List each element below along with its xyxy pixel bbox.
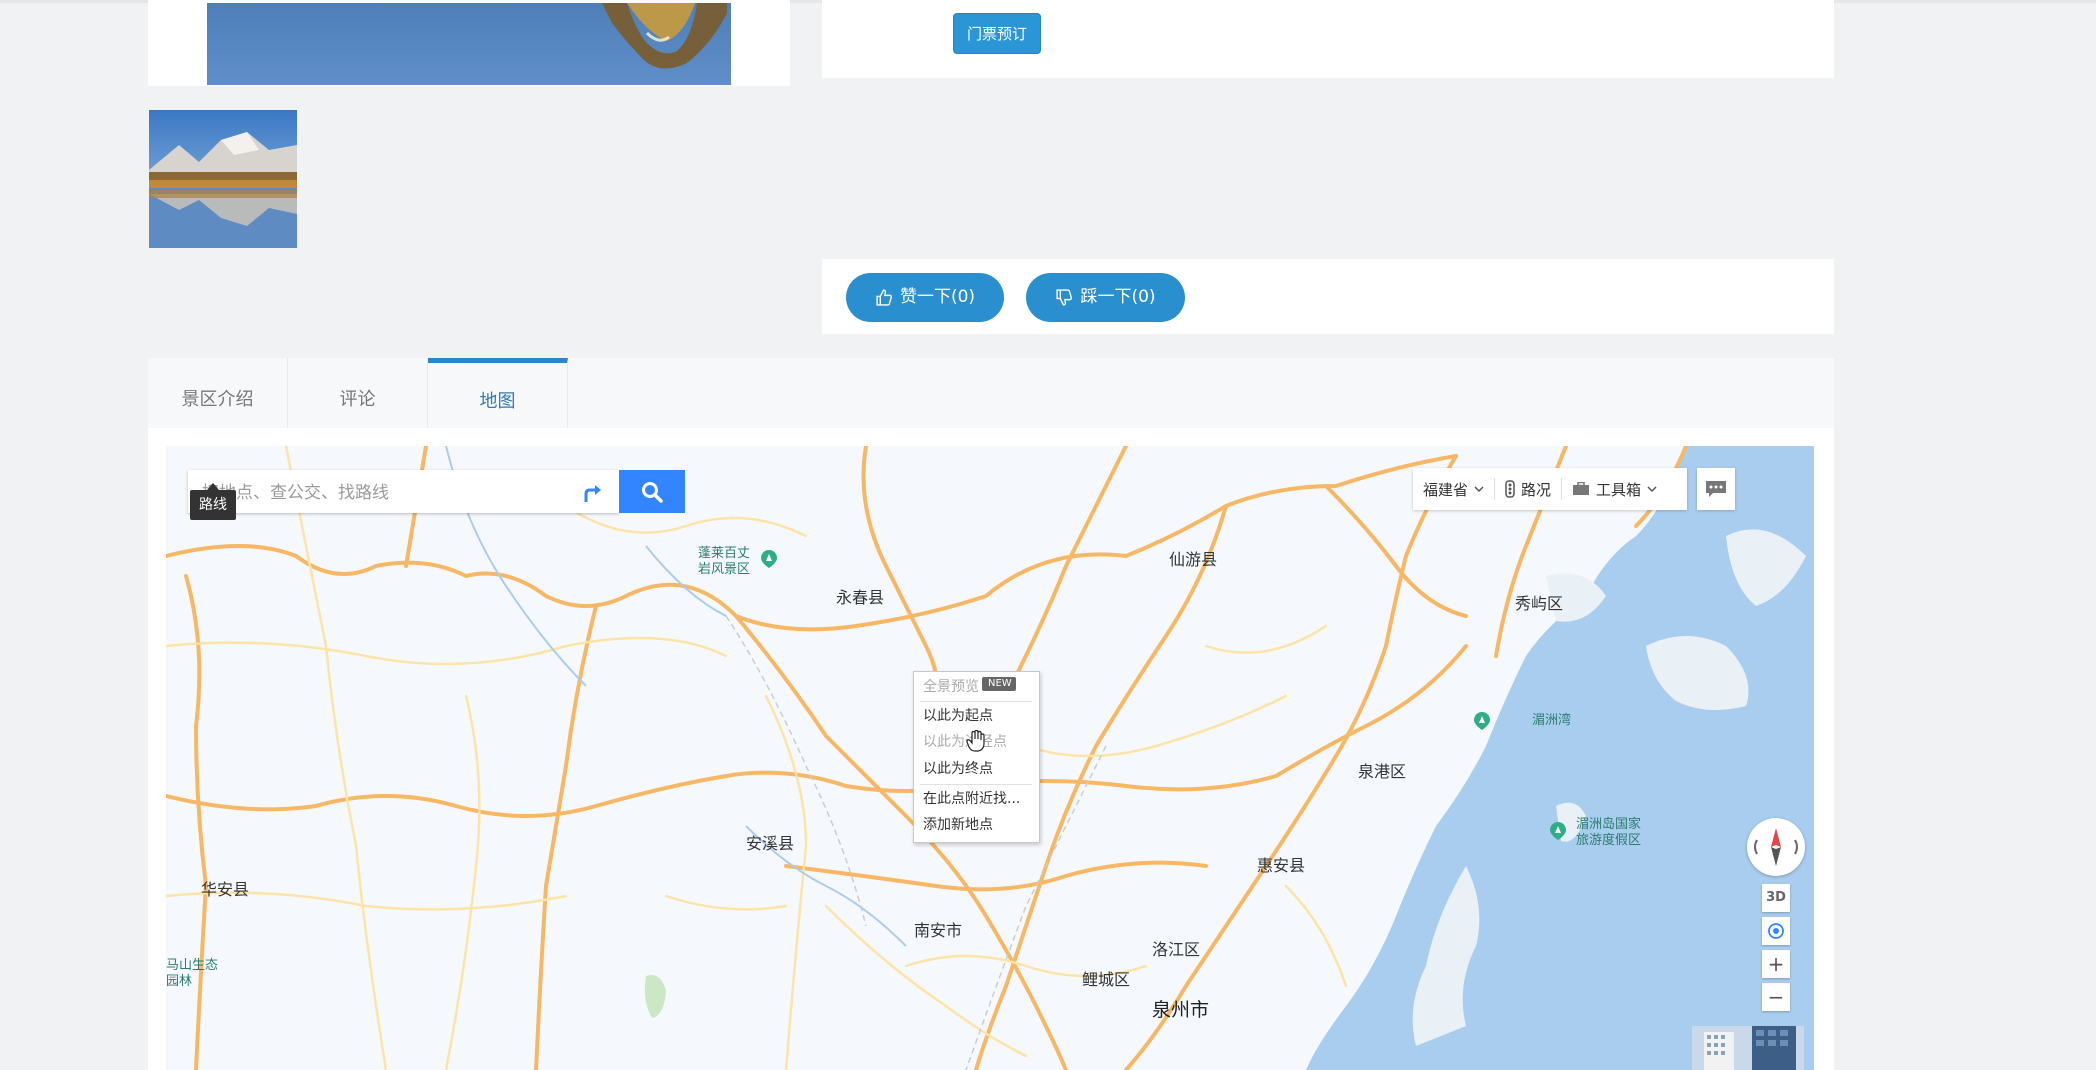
province-label: 福建省 <box>1423 480 1469 499</box>
map-search-input[interactable] <box>200 470 574 515</box>
traffic-toggle[interactable]: 路况 <box>1495 468 1561 510</box>
place-xianyou: 仙游县 <box>1169 550 1218 569</box>
scenic-spot-icon <box>1474 712 1490 730</box>
map-toolbar: 福建省 路况 工具箱 <box>1413 468 1687 510</box>
place-huian: 惠安县 <box>1257 856 1306 875</box>
tab-comments[interactable]: 评论 <box>288 358 428 428</box>
ticket-booking-button[interactable]: 门票预订 <box>953 13 1041 54</box>
tab-map[interactable]: 地图 <box>428 358 568 428</box>
chevron-down-icon <box>1474 486 1484 493</box>
map-search-button[interactable] <box>619 470 685 513</box>
poi-penglai-line2: 岩风景区 <box>698 562 751 577</box>
traffic-light-icon <box>1505 480 1515 498</box>
province-selector[interactable]: 福建省 <box>1413 468 1494 510</box>
3d-toggle-button[interactable]: 3D <box>1762 884 1790 912</box>
place-huaan: 华安县 <box>201 880 250 899</box>
scenic-spot-icon <box>761 550 777 568</box>
ctx-divider <box>920 701 1032 702</box>
ctx-set-end[interactable]: 以此为终点 <box>923 758 993 780</box>
place-xiuyu: 秀屿区 <box>1515 594 1564 613</box>
feedback-button[interactable] <box>1697 468 1735 510</box>
poi-shan-line1: 马山生态 <box>166 958 219 973</box>
ctx-add-place[interactable]: 添加新地点 <box>923 814 993 836</box>
route-tooltip-arrow <box>207 483 219 490</box>
zoom-out-button[interactable]: − <box>1762 983 1790 1011</box>
dislike-button[interactable]: 踩一下(0) <box>1026 273 1185 322</box>
tab-intro[interactable]: 景区介绍 <box>148 358 288 428</box>
poi-meizhoudao-line1: 湄洲岛国家 <box>1576 817 1642 832</box>
thumbs-down-icon <box>1056 289 1073 306</box>
chat-bubble-icon <box>1706 481 1726 497</box>
poi-shan-line2: 园林 <box>166 974 193 989</box>
ctx-search-nearby[interactable]: 在此点附近找... <box>923 788 1020 810</box>
place-licheng: 鲤城区 <box>1082 970 1131 989</box>
ctx-set-waypoint[interactable]: 以此为途经点 <box>923 731 1007 753</box>
toolbox-icon <box>1573 482 1590 495</box>
like-button[interactable]: 赞一下(0) <box>846 273 1004 322</box>
route-icon[interactable] <box>580 480 606 504</box>
scenic-spot-icon <box>1550 822 1566 840</box>
poi-meizhoudao-line2: 旅游度假区 <box>1576 833 1642 848</box>
toolbox-label: 工具箱 <box>1596 480 1642 499</box>
ctx-panorama-preview[interactable]: 全景预览 <box>923 676 979 698</box>
street-view-thumbnail[interactable] <box>1692 1026 1804 1070</box>
new-badge: NEW <box>982 677 1016 691</box>
traffic-label: 路况 <box>1521 480 1552 499</box>
poi-meizhoudao: 湄洲岛国家 旅游度假区 <box>1576 817 1641 849</box>
map-context-menu: 全景预览 NEW 以此为起点 以此为途经点 以此为终点 在此点附近找... 添加… <box>913 671 1040 843</box>
place-yongchun: 永春县 <box>836 588 885 607</box>
compass-control[interactable] <box>1747 818 1805 876</box>
compass-icon <box>1754 828 1798 866</box>
dislike-label: 踩一下(0) <box>1080 287 1156 307</box>
route-tooltip: 路线 <box>190 490 236 520</box>
poi-penglai-line1: 蓬莱百丈 <box>698 546 751 561</box>
main-photo <box>207 3 731 85</box>
place-quanzhou: 泉州市 <box>1152 999 1210 1021</box>
place-nanan: 南安市 <box>914 921 963 940</box>
locate-button[interactable] <box>1762 917 1790 945</box>
zoom-in-button[interactable]: + <box>1762 950 1790 978</box>
poi-penglai: 蓬莱百丈 岩风景区 <box>698 546 750 578</box>
locate-icon <box>1768 923 1784 939</box>
ctx-set-start[interactable]: 以此为起点 <box>923 705 993 727</box>
like-label: 赞一下(0) <box>899 287 976 307</box>
chevron-down-icon <box>1647 486 1657 493</box>
poi-meizhouwan: 湄洲湾 <box>1532 713 1572 728</box>
toolbox-menu[interactable]: 工具箱 <box>1562 468 1667 510</box>
hand-cursor-icon <box>966 729 986 752</box>
poi-shan: 马山生态 园林 <box>166 958 218 990</box>
ctx-divider <box>920 784 1032 785</box>
gallery-thumbnail[interactable] <box>149 110 297 248</box>
search-icon <box>642 481 663 503</box>
place-luojiang: 洛江区 <box>1152 940 1201 959</box>
thumbs-up-icon <box>876 289 892 306</box>
place-quangang: 泉港区 <box>1358 762 1407 781</box>
place-anxi: 安溪县 <box>746 834 795 853</box>
